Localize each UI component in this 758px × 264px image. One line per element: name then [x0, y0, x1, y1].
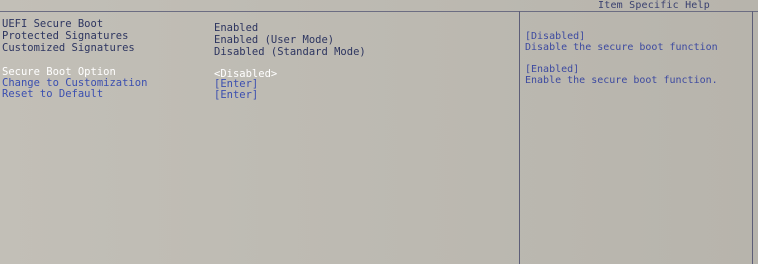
panel-divider: [519, 11, 520, 264]
help-entry-title: [Disabled]: [525, 31, 586, 42]
right-border: [752, 11, 753, 264]
help-entry-enabled: [Enabled] Enable the secure boot functio…: [525, 64, 750, 86]
help-entry-text: Disable the secure boot function: [525, 42, 718, 53]
setting-label: UEFI Secure Boot: [2, 18, 104, 30]
help-entry-disabled: [Disabled] Disable the secure boot funct…: [525, 31, 750, 53]
setting-value: Enabled: [214, 22, 259, 34]
help-panel-title: Item Specific Help: [598, 0, 710, 11]
setting-value: Enabled (User Mode): [214, 34, 335, 46]
help-entry-text: Enable the secure boot function.: [525, 75, 718, 86]
setting-value: Disabled (Standard Mode): [214, 46, 366, 58]
help-entry-title: [Enabled]: [525, 64, 580, 75]
setting-label: Customized Signatures: [2, 42, 135, 54]
setting-label: Protected Signatures: [2, 30, 129, 42]
option-label: Reset to Default: [2, 88, 104, 100]
option-value[interactable]: [Enter]: [214, 89, 258, 101]
bios-screen: Item Specific Help UEFI Secure Boot Enab…: [0, 0, 758, 264]
